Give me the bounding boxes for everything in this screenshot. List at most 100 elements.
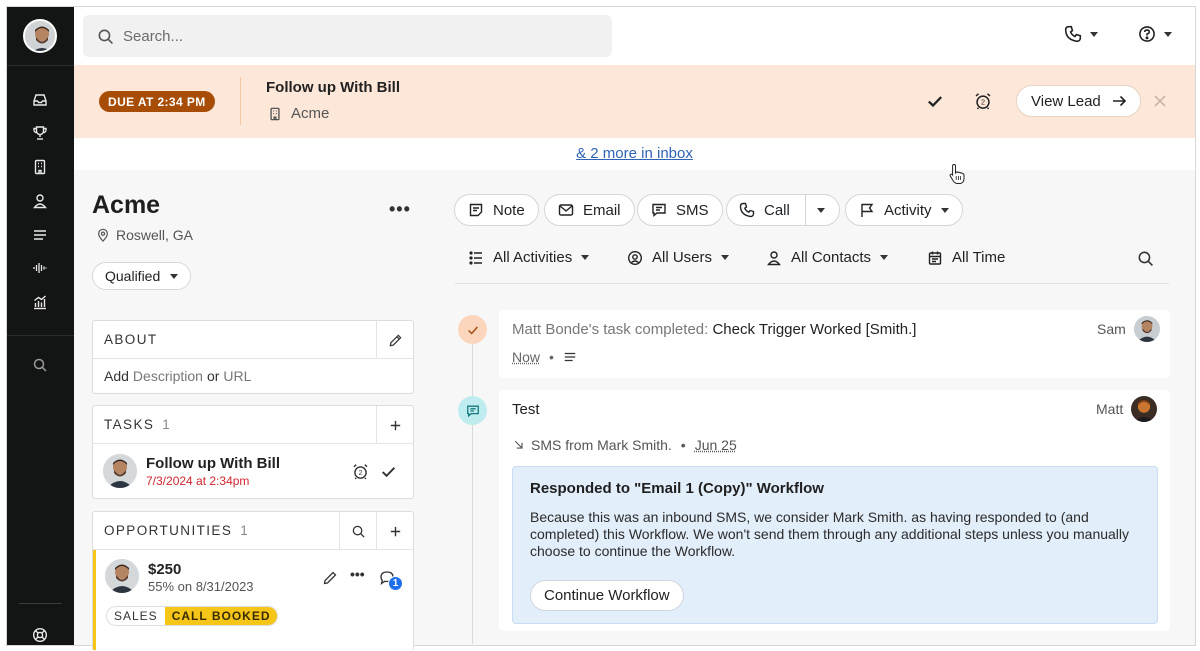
lead-status-label: Qualified [105,268,161,284]
person-icon[interactable] [29,190,51,212]
svg-text:2: 2 [359,470,363,477]
calendar-icon [928,251,942,265]
plus-icon [390,420,400,430]
checkmark-icon [467,325,478,335]
sms-button[interactable]: SMS [637,194,723,226]
users-filter[interactable]: All Users [627,249,730,266]
sms-text: Test [512,401,540,418]
contacts-filter[interactable]: All Contacts [766,249,889,266]
users-filter-label: All Users [652,249,713,266]
opportunity-more-button[interactable]: ••• [350,566,368,584]
task-completed-meta: Now • [512,349,577,365]
global-search[interactable] [83,15,612,57]
chevron-down-icon [1164,31,1172,37]
trophy-icon[interactable] [29,122,51,144]
envelope-icon [558,204,574,216]
edit-about-button[interactable] [376,321,413,359]
complete-task-button[interactable] [925,91,945,111]
sms-meta: SMS from Mark Smith. • Jun 25 [513,437,737,453]
pencil-icon [389,333,402,346]
time-filter-label: All Time [952,249,1006,266]
call-options-dropdown[interactable] [817,208,825,213]
sidebar [7,7,74,645]
time-filter[interactable]: All Time [927,249,1005,266]
lead-more-button[interactable]: ••• [389,199,411,220]
lead-status-dropdown[interactable]: Qualified [92,262,192,290]
note-button[interactable]: Note [454,194,539,226]
building-icon[interactable] [29,156,51,178]
activity-sms[interactable]: Test Matt SMS from Mark Smith. • Jun 25 … [499,390,1170,631]
opportunity-item[interactable]: $250 55% on 8/31/2023 ••• 1 SALES CALL B… [93,550,413,650]
activities-filter-label: All Activities [493,249,573,266]
call-button[interactable]: Call [739,195,790,225]
user-circle-icon [627,250,643,265]
search-activities-icon[interactable] [1137,250,1154,267]
more-in-inbox-bar: & 2 more in inbox [74,138,1195,170]
activities-filter[interactable]: All Activities [468,249,590,266]
sms-icon [652,203,666,217]
activity-label: Activity [884,201,932,219]
snooze-task-button[interactable]: 2 [352,463,370,481]
close-icon[interactable] [1152,93,1168,109]
add-task-button[interactable] [376,406,413,444]
view-lead-button[interactable]: View Lead [1016,85,1141,117]
banner-company[interactable]: Acme [268,105,329,122]
search-opportunities-button[interactable] [339,512,376,550]
banner-company-name: Acme [291,105,330,122]
opportunity-tags: SALES CALL BOOKED [106,606,279,626]
waveform-icon[interactable] [29,257,51,279]
help-icon [1139,26,1155,42]
avatar [1131,396,1158,422]
tasks-header: TASKS 1 [93,406,413,444]
inbox-icon[interactable] [29,89,51,111]
chevron-down-icon [1090,31,1098,37]
lead-name: Acme [92,191,161,219]
task-item[interactable]: Follow up With Bill 7/3/2024 at 2:34pm 2 [93,444,413,500]
add-opportunity-button[interactable] [376,512,413,550]
activity-user: Matt [1096,396,1158,422]
note-label: Note [493,201,525,219]
hand-cursor-icon [949,163,965,184]
opportunities-card: OPPORTUNITIES 1 $250 55% on 8/31/2023 ••… [92,511,414,651]
meta-separator: • [549,349,554,365]
sidebar-divider [19,603,62,604]
list-icon[interactable] [563,350,577,364]
activity-time: Now [512,349,541,365]
banner-task-title[interactable]: Follow up With Bill [266,79,400,96]
user-avatar[interactable] [23,19,57,53]
about-heading: ABOUT [104,332,158,347]
activity-user: Sam [1097,316,1160,342]
add-url-link[interactable]: URL [223,368,251,384]
activity-task-completed[interactable]: Matt Bonde's task completed: Check Trigg… [499,310,1170,378]
activity-button[interactable]: Activity [845,194,963,226]
meta-separator: • [680,437,686,453]
alarm-clock-icon: 2 [353,464,368,480]
task-title: Follow up With Bill [146,455,281,472]
add-description-link[interactable]: Description [133,368,203,384]
phone-menu-button[interactable] [1064,25,1098,43]
chart-icon[interactable] [29,291,51,313]
flag-icon [861,203,874,217]
edit-opportunity-button[interactable] [322,570,340,588]
complete-task-button[interactable] [380,463,398,481]
search-icon[interactable] [29,354,51,376]
help-menu-button[interactable] [1138,25,1172,43]
alarm-clock-icon: 2 [975,93,991,110]
more-in-inbox-link[interactable]: & 2 more in inbox [576,145,693,162]
arrow-right-icon [1112,95,1126,107]
sms-marker [458,396,487,425]
timeline-line [472,344,473,644]
pencil-icon [323,571,337,585]
plus-icon [390,526,400,536]
email-button[interactable]: Email [544,194,635,226]
continue-workflow-button[interactable]: Continue Workflow [530,580,684,611]
snooze-button[interactable]: 2 [973,91,993,111]
search-input[interactable] [123,27,543,45]
sms-icon [466,405,479,417]
chevron-down-icon [581,255,590,260]
search-icon [98,29,113,44]
help-lifebuoy-icon[interactable] [29,624,51,645]
sidebar-divider [7,335,74,336]
list-icon[interactable] [29,224,51,246]
arrow-down-right-icon [514,440,523,449]
